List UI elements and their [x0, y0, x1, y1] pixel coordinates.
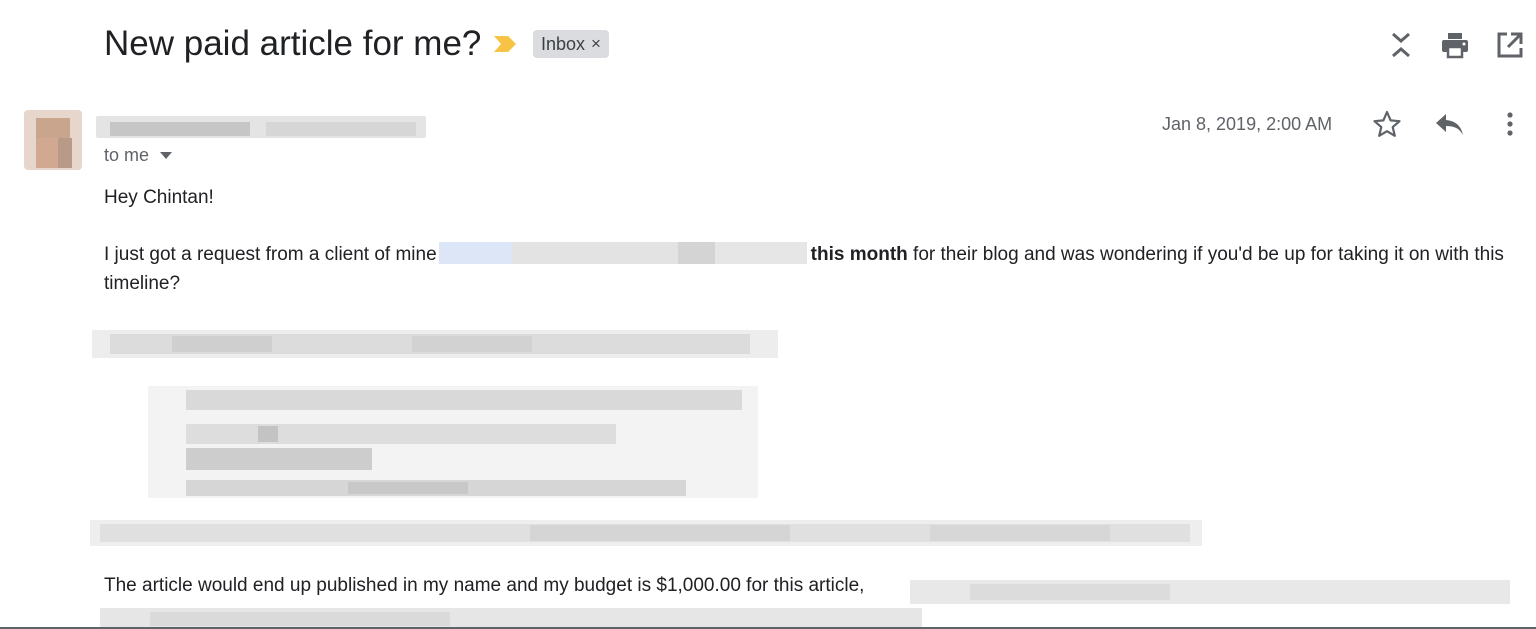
redacted-next-line	[100, 606, 922, 629]
more-options-icon[interactable]	[1495, 109, 1525, 139]
inbox-label-chip: Inbox ×	[533, 30, 609, 58]
label-text: Inbox	[541, 34, 586, 54]
email-greeting: Hey Chintan!	[104, 187, 214, 208]
message-date: Jan 8, 2019, 2:00 AM	[1162, 114, 1333, 134]
importance-marker-icon[interactable]	[492, 33, 518, 55]
print-icon[interactable]	[1440, 30, 1470, 60]
recipient-dropdown-icon[interactable]	[159, 150, 173, 160]
request-text-start: I just got a request from a client of mi…	[104, 244, 437, 265]
collapse-all-icon[interactable]	[1386, 30, 1416, 60]
open-in-new-window-icon[interactable]	[1495, 30, 1525, 60]
remove-label-icon[interactable]: ×	[591, 30, 601, 58]
sender-avatar[interactable]	[24, 110, 82, 170]
email-subject: New paid article for me?	[104, 24, 482, 63]
email-paragraph-budget: The article would end up published in my…	[104, 575, 865, 596]
reply-icon[interactable]	[1433, 109, 1465, 139]
recipient-text: to me	[104, 145, 150, 165]
redacted-client-details	[438, 242, 807, 264]
star-icon[interactable]	[1372, 109, 1402, 139]
recipient-details[interactable]: to me	[104, 143, 173, 167]
request-text-bold: this month	[810, 244, 908, 265]
redacted-budget-tail	[910, 578, 1510, 606]
email-paragraph-request: I just got a request from a client of mi…	[104, 240, 1524, 298]
redacted-line	[90, 516, 1202, 550]
redacted-list	[148, 386, 758, 498]
redacted-paragraph	[92, 318, 778, 370]
sender-name-redacted[interactable]	[96, 112, 434, 140]
